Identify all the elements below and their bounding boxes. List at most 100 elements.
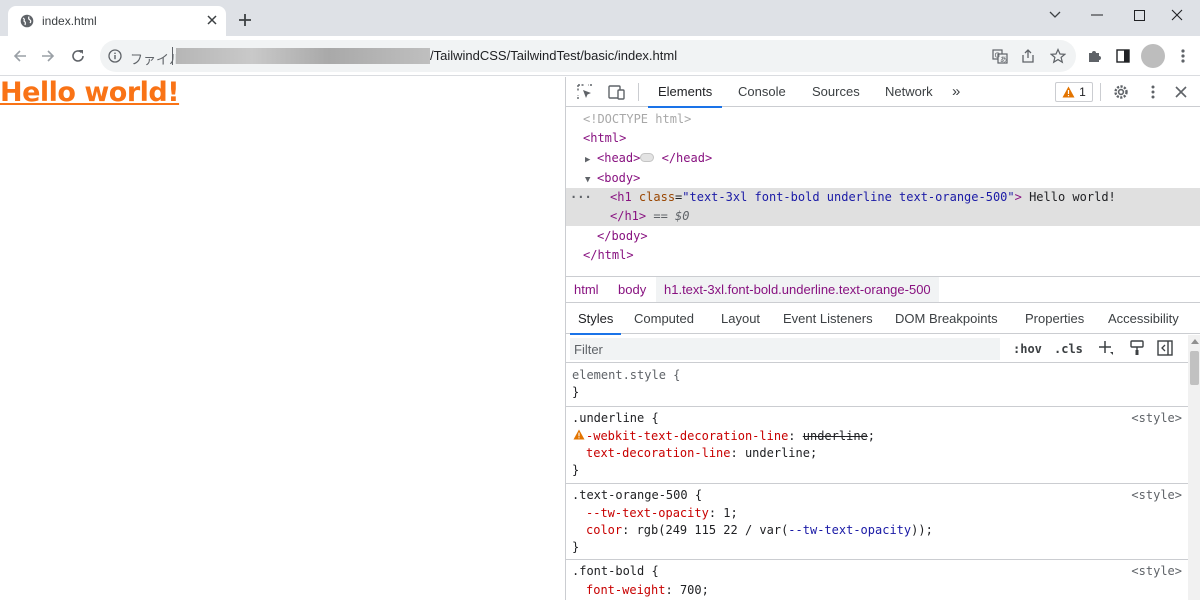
tab-network[interactable]: Network [885,77,933,107]
rule-selector: .underline { [572,411,659,425]
css-value: 1 [723,506,731,520]
tab-computed[interactable]: Computed [634,304,694,334]
tab-dom-breakpoints[interactable]: DOM Breakpoints [895,304,998,334]
dom-html-close[interactable]: </html> [566,246,1200,265]
h1-open-tag: <h1 [610,190,632,204]
address-bar[interactable]: ファイル /TailwindCSS/TailwindTest/basic/ind… [100,40,1076,72]
tab-sources[interactable]: Sources [812,77,860,107]
info-icon[interactable] [108,49,122,63]
rule-font-bold[interactable]: .font-bold { <style> font-weight: 700; [566,560,1188,600]
settings-gear-icon[interactable] [1112,83,1130,101]
cls-toggle[interactable]: .cls [1054,340,1083,358]
css-variable-link[interactable]: --tw-text-opacity [788,523,911,537]
toolbar-divider [1100,83,1101,101]
css-property: text-decoration-line [586,446,731,460]
extensions-puzzle-icon[interactable] [1084,46,1104,66]
minimize-icon[interactable] [1074,0,1120,30]
rule-underline[interactable]: .underline { <style> -webkit-text-decora… [566,407,1188,484]
dom-doctype[interactable]: <!DOCTYPE html> [566,110,1200,129]
dom-tree[interactable]: <!DOCTYPE html> <html> ▶ <head> </head> ▼… [566,108,1200,276]
breadcrumb-h1[interactable]: h1.text-3xl.font-bold.underline.text-ora… [656,277,939,302]
breadcrumb-html[interactable]: html [566,277,607,302]
css-property: -webkit-text-decoration-line [586,429,789,443]
css-property: font-weight [586,583,666,597]
browser-toolbar: ファイル /TailwindCSS/TailwindTest/basic/ind… [0,36,1200,76]
hov-toggle[interactable]: :hov [1013,340,1042,358]
close-tab-icon[interactable] [203,11,221,29]
rule-close: } [572,540,580,554]
html-close-tag: </html> [583,248,634,262]
dom-h1-close-selected[interactable]: </h1> == $0 [566,207,1200,226]
css-declaration[interactable]: color: rgb(249 115 22 / var(--tw-text-op… [586,522,933,539]
tab-styles[interactable]: Styles [569,304,622,335]
devtools-menu-icon[interactable] [1144,83,1162,101]
warnings-badge[interactable]: 1 [1055,82,1093,102]
rule-source-link[interactable]: <style> [1131,563,1182,580]
rule-selector: element.style { [572,368,681,382]
share-icon[interactable] [1020,48,1036,64]
toggle-sidebar-icon[interactable] [1156,339,1174,357]
tab-title: index.html [42,14,97,28]
dom-h1-node-selected[interactable]: ··· <h1 class="text-3xl font-bold underli… [566,188,1200,207]
warning-count: 1 [1079,85,1086,99]
url-scheme-label: ファイル [130,52,183,67]
dom-head-node[interactable]: ▶ <head> </head> [566,149,1200,168]
devtools-panel: Elements Console Sources Network » 1 <!D… [565,77,1200,600]
tab-properties[interactable]: Properties [1025,304,1084,334]
tab-accessibility[interactable]: Accessibility [1108,304,1179,334]
html-open-tag: <html> [583,131,627,145]
devtools-toolbar: Elements Console Sources Network » 1 [566,77,1200,108]
close-devtools-icon[interactable] [1172,83,1190,101]
breadcrumb-body[interactable]: body [610,277,654,302]
styles-filter-bar: :hov .cls [566,335,1188,363]
tab-search-chevron-icon[interactable] [1032,0,1078,30]
collapsed-ellipsis-icon[interactable] [640,153,655,162]
side-panel-icon[interactable] [1113,46,1133,66]
filter-input[interactable] [570,338,1000,360]
back-icon[interactable] [10,46,30,66]
bookmark-star-icon[interactable] [1050,48,1066,64]
paint-brush-icon[interactable] [1128,339,1146,357]
rule-text-orange-500[interactable]: .text-orange-500 { <style> --tw-text-opa… [566,484,1188,560]
dom-body-close[interactable]: </body> [566,227,1200,246]
inspect-element-icon[interactable] [576,83,594,101]
new-style-rule-icon[interactable] [1097,339,1115,357]
css-declaration[interactable]: --tw-text-opacity: 1; [586,505,738,522]
head-open-tag: <head> [597,151,641,165]
scroll-up-arrow-icon[interactable] [1191,339,1199,344]
close-window-icon[interactable] [1154,0,1200,30]
rule-source-link[interactable]: <style> [1131,487,1182,504]
tab-event-listeners[interactable]: Event Listeners [783,304,873,334]
new-tab-icon[interactable] [236,11,254,29]
device-toolbar-icon[interactable] [608,83,626,101]
css-value: 700 [679,583,702,597]
more-tabs-chevron-icon[interactable]: » [952,77,960,107]
dom-body-node[interactable]: ▼ <body> [566,169,1200,188]
scrollbar-thumb[interactable] [1190,351,1199,385]
menu-kebab-icon[interactable] [1173,46,1193,66]
browser-tab[interactable]: index.html [8,6,226,36]
page-viewport: Hello world! [0,77,565,600]
css-declaration[interactable]: -webkit-text-decoration-line: underline; [572,428,875,445]
doctype-text: <!DOCTYPE html> [583,112,692,126]
reload-icon[interactable] [68,46,88,66]
rule-element-style[interactable]: element.style { } [566,364,1188,407]
redacted-url-segment [176,48,430,64]
expand-triangle-icon[interactable]: ▶ [585,151,597,170]
css-declaration[interactable]: text-decoration-line: underline; [586,445,817,462]
tab-console[interactable]: Console [738,77,786,107]
styles-scrollbar[interactable] [1188,335,1200,600]
css-value-overridden: underline [802,429,868,443]
h1-text-content: Hello world! [1021,190,1116,204]
url-separator [172,47,173,65]
node-actions-dots-icon[interactable]: ··· [570,188,592,207]
url-path: /TailwindCSS/TailwindTest/basic/index.ht… [430,48,678,63]
tab-elements[interactable]: Elements [647,77,723,108]
css-declaration[interactable]: font-weight: 700; [586,582,709,599]
forward-icon[interactable] [38,46,58,66]
profile-avatar[interactable] [1141,44,1165,68]
rule-source-link[interactable]: <style> [1131,410,1182,427]
dom-html-node[interactable]: <html> [566,129,1200,148]
translate-icon[interactable]: Gあ [992,48,1008,64]
tab-layout[interactable]: Layout [721,304,760,334]
